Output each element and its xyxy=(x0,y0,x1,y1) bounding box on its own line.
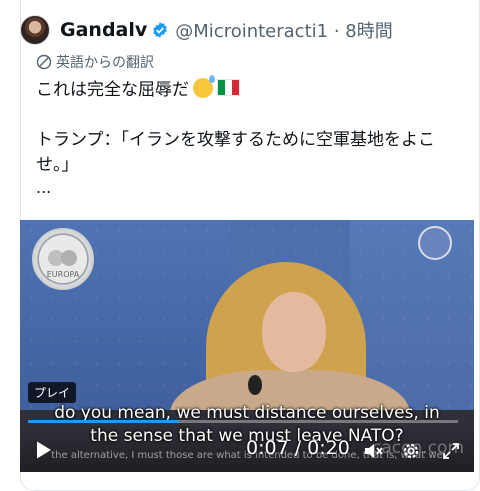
sweat-smile-icon xyxy=(193,75,215,98)
mute-button[interactable] xyxy=(362,440,384,462)
verified-icon xyxy=(153,22,168,38)
tweet-text: これは完全な屈辱だ トランプ：「イランを攻撃するために空軍基地をよこせ。」 xyxy=(36,75,456,178)
handle-text[interactable]: @Microinteracti1 xyxy=(175,21,328,42)
play-button[interactable] xyxy=(32,438,56,462)
translation-label: 英語からの翻訳 xyxy=(56,55,154,71)
settings-icon xyxy=(403,443,419,459)
seal-graphic: EUROPA xyxy=(47,250,80,279)
play-tooltip: プレイ xyxy=(28,382,77,403)
speaker-face xyxy=(262,292,326,372)
time-display: 0:07 / 0:20 xyxy=(246,437,350,459)
tweet-line-2: トランプ：「イランを攻撃するために空軍基地をよこせ。」 xyxy=(36,130,435,175)
translation-indicator[interactable]: 英語からの翻訳 xyxy=(36,52,154,72)
tweet-line-1: これは完全な屈辱だ xyxy=(36,80,189,100)
progress-fill xyxy=(28,420,179,423)
europa-seal: EUROPA xyxy=(32,228,94,290)
timestamp[interactable]: 8時間 xyxy=(345,21,392,42)
tweet-ellipsis: ... xyxy=(36,178,52,197)
handle[interactable]: @Microinteracti1 · 8時間 xyxy=(175,17,392,43)
tweet-header: Gandalv @Microinteracti1 · 8時間 xyxy=(20,14,393,46)
italy-flag-icon xyxy=(217,79,240,96)
display-name[interactable]: Gandalv xyxy=(60,19,147,41)
separator: · xyxy=(333,21,340,42)
microphone xyxy=(248,375,262,395)
seal-text: EUROPA xyxy=(47,270,80,279)
mute-icon xyxy=(365,444,383,458)
play-icon xyxy=(37,441,51,459)
progress-bar[interactable] xyxy=(28,420,458,423)
settings-button[interactable] xyxy=(400,440,422,462)
fullscreen-icon xyxy=(443,443,459,459)
translate-icon xyxy=(36,54,52,70)
government-emblem xyxy=(418,226,452,260)
avatar[interactable] xyxy=(20,15,50,45)
fullscreen-button[interactable] xyxy=(440,440,462,462)
